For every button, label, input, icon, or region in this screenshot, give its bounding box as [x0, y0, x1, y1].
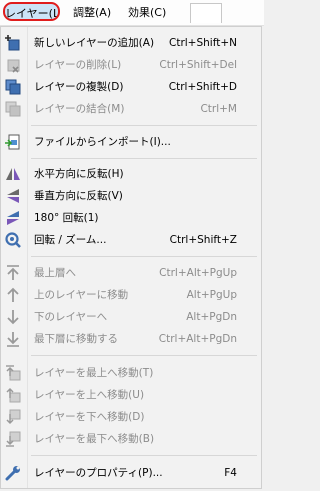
- menu-item-duplicate-layer[interactable]: レイヤーの複製(D) Ctrl+Shift+D: [1, 76, 261, 98]
- move-up-icon: [5, 287, 21, 303]
- menu-item-layer-to-bottom[interactable]: レイヤーを最下へ移動(B): [1, 428, 261, 450]
- menu-item-label: レイヤーの複製(D): [34, 81, 124, 93]
- menu-item-shortcut: Ctrl+Alt+PgDn: [158, 333, 237, 345]
- menu-item-rotate-zoom[interactable]: 回転 / ズーム... Ctrl+Shift+Z: [1, 229, 261, 251]
- layer-down-icon: [5, 409, 21, 425]
- menu-separator: [31, 455, 257, 456]
- menu-item-layer-to-top[interactable]: レイヤーを最上へ移動(T): [1, 362, 261, 384]
- menubar-tab-stub: [190, 3, 222, 23]
- menu-item-label: 上のレイヤーに移動: [34, 289, 129, 301]
- menu-layer[interactable]: レイヤー(L): [3, 2, 60, 21]
- menu-item-move-to-bottom[interactable]: 最下層に移動する Ctrl+Alt+PgDn: [1, 328, 261, 350]
- menu-separator: [31, 125, 257, 126]
- menu-item-shortcut: Ctrl+M: [200, 103, 237, 115]
- menu-item-layer-up[interactable]: レイヤーを上へ移動(U): [1, 384, 261, 406]
- menu-item-shortcut: Alt+PgDn: [186, 311, 237, 323]
- menu-separator: [31, 158, 257, 159]
- menu-separator: [31, 355, 257, 356]
- menu-item-flip-horizontal[interactable]: 水平方向に反転(H): [1, 163, 261, 185]
- layer-to-top-icon: [5, 365, 21, 381]
- menu-separator: [31, 256, 257, 257]
- menu-item-label: 回転 / ズーム...: [34, 234, 107, 246]
- delete-layer-icon: [5, 57, 21, 73]
- menu-adjust[interactable]: 調整(A): [73, 0, 111, 25]
- merge-layer-icon: [5, 101, 21, 117]
- menu-bar: レイヤー(L) 調整(A) 効果(C): [0, 0, 264, 26]
- layer-to-bottom-icon: [5, 431, 21, 447]
- menu-item-label: 新しいレイヤーの追加(A): [34, 37, 155, 49]
- layer-dropdown-menu: 新しいレイヤーの追加(A) Ctrl+Shift+N レイヤーの削除(L) Ct…: [0, 26, 262, 489]
- menu-item-shortcut: F4: [224, 467, 237, 479]
- rotate-zoom-icon: [5, 232, 21, 248]
- menu-item-label: 下のレイヤーへ: [34, 311, 108, 323]
- menu-item-label: 水平方向に反転(H): [34, 168, 124, 180]
- menu-item-shortcut: Ctrl+Shift+D: [168, 81, 237, 93]
- menu-item-move-down[interactable]: 下のレイヤーへ Alt+PgDn: [1, 306, 261, 328]
- menu-item-label: レイヤーを最下へ移動(B): [34, 433, 155, 445]
- menu-item-label: 垂直方向に反転(V): [34, 190, 123, 202]
- menu-item-label: 最上層へ: [34, 267, 76, 279]
- layer-up-icon: [5, 387, 21, 403]
- menu-item-label: レイヤーを最上へ移動(T): [34, 367, 154, 379]
- menu-item-shortcut: Ctrl+Shift+N: [169, 37, 237, 49]
- flip-vertical-icon: [5, 188, 21, 204]
- menu-item-label: 最下層に移動する: [34, 333, 118, 345]
- menu-item-rotate-180[interactable]: 180° 回転(1): [1, 207, 261, 229]
- rotate-180-icon: [5, 210, 21, 226]
- menu-item-label: レイヤーを上へ移動(U): [34, 389, 145, 401]
- menu-item-label: 180° 回転(1): [34, 212, 99, 224]
- menu-effect[interactable]: 効果(C): [128, 0, 166, 25]
- menu-item-shortcut: Ctrl+Shift+Del: [159, 59, 237, 71]
- move-down-icon: [5, 309, 21, 325]
- menu-item-layer-properties[interactable]: レイヤーのプロパティ(P)... F4: [1, 462, 261, 484]
- menu-item-layer-down[interactable]: レイヤーを下へ移動(D): [1, 406, 261, 428]
- flip-horizontal-icon: [5, 166, 21, 182]
- menu-item-import-from-file[interactable]: ファイルからインポート(I)...: [1, 131, 261, 153]
- menu-item-add-layer[interactable]: 新しいレイヤーの追加(A) Ctrl+Shift+N: [1, 32, 261, 54]
- menu-item-label: レイヤーの結合(M): [34, 103, 125, 115]
- menu-item-merge-layer[interactable]: レイヤーの結合(M) Ctrl+M: [1, 98, 261, 120]
- menu-item-shortcut: Ctrl+Shift+Z: [169, 234, 237, 246]
- menu-item-label: レイヤーの削除(L): [34, 59, 122, 71]
- menu-item-label: レイヤーのプロパティ(P)...: [34, 467, 163, 479]
- menu-item-shortcut: Ctrl+Alt+PgUp: [159, 267, 237, 279]
- menu-item-shortcut: Alt+PgUp: [186, 289, 237, 301]
- menu-item-label: ファイルからインポート(I)...: [34, 136, 171, 148]
- add-layer-icon: [5, 35, 21, 51]
- menu-item-delete-layer[interactable]: レイヤーの削除(L) Ctrl+Shift+Del: [1, 54, 261, 76]
- duplicate-layer-icon: [5, 79, 21, 95]
- menu-item-move-up[interactable]: 上のレイヤーに移動 Alt+PgUp: [1, 284, 261, 306]
- move-to-top-icon: [5, 265, 21, 281]
- import-file-icon: [5, 134, 21, 150]
- wrench-icon: [5, 465, 21, 481]
- move-to-bottom-icon: [5, 331, 21, 347]
- menu-item-label: レイヤーを下へ移動(D): [34, 411, 145, 423]
- menu-item-flip-vertical[interactable]: 垂直方向に反転(V): [1, 185, 261, 207]
- menu-item-move-to-top[interactable]: 最上層へ Ctrl+Alt+PgUp: [1, 262, 261, 284]
